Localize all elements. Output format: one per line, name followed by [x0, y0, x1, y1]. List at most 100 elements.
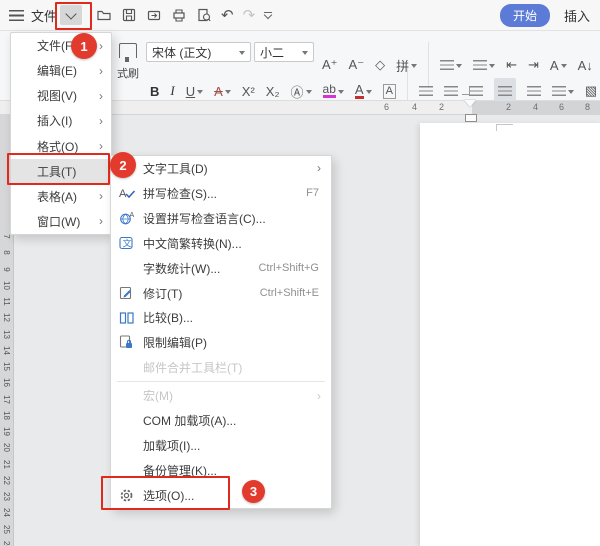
subscript-glyph: X₂	[266, 84, 280, 99]
file-menu-item-5[interactable]: 工具(T)	[11, 159, 111, 184]
group-resize-handle-icon	[462, 87, 470, 95]
hruler-number: 4	[533, 102, 538, 112]
tools-submenu-item-5[interactable]: 修订(T)Ctrl+Shift+E	[111, 281, 331, 306]
underline-button[interactable]: U	[186, 81, 203, 101]
format-painter-button[interactable]: 式刷	[108, 43, 148, 81]
first-line-indent-icon[interactable]	[464, 100, 476, 113]
distribute-button[interactable]	[527, 81, 541, 101]
vruler-number: 15	[2, 360, 11, 373]
tools-submenu-item-4[interactable]: 字数统计(W)...Ctrl+Shift+G	[111, 256, 331, 281]
tools-submenu-item-3[interactable]: 文中文简繁转换(N)...	[111, 231, 331, 256]
tools-submenu-item-label: 设置拼写检查语言(C)...	[143, 210, 266, 227]
start-button[interactable]: 开始	[500, 4, 550, 27]
italic-button[interactable]: I	[170, 81, 174, 101]
align-left-button[interactable]	[419, 81, 433, 101]
file-menu-item-6[interactable]: 表格(A)›	[11, 184, 111, 209]
tools-submenu-item-label: 选项(O)...	[143, 487, 194, 504]
file-menu-button[interactable]: 文件	[31, 6, 57, 25]
submenu-arrow-icon: ›	[99, 140, 103, 152]
vruler-number: 23	[2, 490, 11, 503]
spell-check-icon: A	[119, 185, 141, 201]
chinese-convert-icon: 文	[119, 235, 141, 251]
subscript-button[interactable]: X₂	[266, 81, 280, 101]
tools-submenu-item-label: 限制编辑(P)	[143, 334, 207, 351]
strikethrough-glyph: A	[214, 84, 223, 99]
tools-submenu-item-10: 宏(M)›	[111, 383, 331, 408]
line-spacing-button[interactable]	[552, 81, 574, 101]
undo-icon[interactable]: ↶	[221, 8, 234, 23]
tools-submenu-item-2[interactable]: A设置拼写检查语言(C)...	[111, 206, 331, 231]
file-menu-item-1[interactable]: 编辑(E)›	[11, 58, 111, 83]
tools-submenu-item-0[interactable]: 文字工具(D)›	[111, 156, 331, 181]
justify-icon	[498, 86, 512, 96]
bold-button[interactable]: B	[150, 81, 159, 101]
file-menu-item-label: 表格(A)	[37, 188, 77, 205]
highlight-button[interactable]: ab	[323, 81, 344, 101]
char-effect-button[interactable]: Ⓐ	[291, 81, 312, 101]
indent-marker[interactable]	[464, 100, 477, 122]
tools-submenu-item-7[interactable]: 限制编辑(P)	[111, 330, 331, 355]
tools-submenu-item-14[interactable]: 选项(O)...	[111, 483, 331, 508]
more-tools-icon[interactable]	[264, 12, 272, 19]
superscript-glyph: X²	[242, 84, 255, 99]
align-right-button[interactable]	[469, 81, 483, 101]
menu-icon[interactable]	[9, 10, 24, 21]
align-right-icon	[469, 86, 483, 96]
tools-submenu-item-13[interactable]: 备份管理(K)...	[111, 458, 331, 483]
shading-button[interactable]: ▧	[585, 81, 597, 101]
hruler-number: 2	[439, 102, 444, 112]
open-icon[interactable]	[96, 7, 112, 23]
submenu-arrow-icon: ›	[99, 215, 103, 227]
char-border-button[interactable]: A	[383, 81, 396, 101]
tools-submenu-item-label: 邮件合并工具栏(T)	[143, 359, 242, 376]
align-center-button[interactable]	[444, 81, 458, 101]
file-menu-item-7[interactable]: 窗口(W) ›	[11, 209, 111, 234]
vruler-number: 26	[2, 539, 11, 546]
text-boundary-corner-mark	[496, 124, 513, 131]
export-icon[interactable]	[146, 7, 162, 23]
file-menu-item-2[interactable]: 视图(V)›	[11, 83, 111, 108]
format-painter-label: 式刷	[108, 65, 148, 81]
vruler-number: 20	[2, 441, 11, 454]
font-size-select[interactable]: 小二	[254, 42, 314, 62]
vruler-number: 22	[2, 474, 11, 487]
file-menu-item-label: 窗口(W)	[37, 213, 80, 230]
vruler-number: 13	[2, 328, 11, 341]
file-menu-item-3[interactable]: 插入(I)›	[11, 108, 111, 133]
tools-submenu: 文字工具(D)›A拼写检查(S)...F7A设置拼写检查语言(C)...文中文简…	[110, 155, 332, 509]
vruler-number: 8	[2, 246, 11, 259]
underline-glyph: U	[186, 84, 195, 99]
print-icon[interactable]	[171, 7, 187, 23]
insert-tab[interactable]: 插入	[564, 6, 590, 25]
strikethrough-button[interactable]: A	[214, 81, 231, 101]
print-preview-icon[interactable]	[196, 7, 212, 23]
document-page[interactable]	[420, 123, 600, 546]
submenu-arrow-icon: ›	[317, 390, 321, 402]
tools-submenu-item-11[interactable]: COM 加载项(A)...	[111, 408, 331, 433]
superscript-button[interactable]: X²	[242, 81, 255, 101]
vruler-number: 25	[2, 523, 11, 536]
tools-submenu-item-6[interactable]: 比较(B)...	[111, 306, 331, 331]
line-spacing-icon	[552, 86, 566, 96]
font-color-button[interactable]: A	[355, 81, 372, 101]
left-indent-icon[interactable]	[465, 114, 477, 122]
chevron-down-icon	[197, 90, 203, 97]
hruler-number: 6	[384, 102, 389, 112]
save-icon[interactable]	[121, 7, 137, 23]
tools-submenu-item-1[interactable]: A拼写检查(S)...F7	[111, 181, 331, 206]
tools-submenu-item-label: 字数统计(W)...	[143, 260, 220, 277]
svg-text:文: 文	[123, 238, 132, 249]
font-name-select[interactable]: 宋体 (正文)	[146, 42, 251, 62]
hruler-number: 4	[412, 102, 417, 112]
file-dropdown-button[interactable]	[60, 5, 82, 25]
tools-submenu-item-label: 中文简繁转换(N)...	[143, 235, 242, 252]
restrict-edit-icon	[119, 335, 141, 351]
no-icon	[119, 438, 141, 454]
shading-glyph: ▧	[585, 83, 597, 99]
tools-submenu-item-12[interactable]: 加载项(I)...	[111, 433, 331, 458]
file-menu-item-4[interactable]: 格式(O)›	[11, 134, 111, 159]
tools-submenu-item-label: 修订(T)	[143, 285, 182, 302]
bold-glyph: B	[150, 84, 159, 99]
step-badge-3: 3	[242, 480, 265, 503]
chevron-down-icon	[568, 90, 574, 97]
